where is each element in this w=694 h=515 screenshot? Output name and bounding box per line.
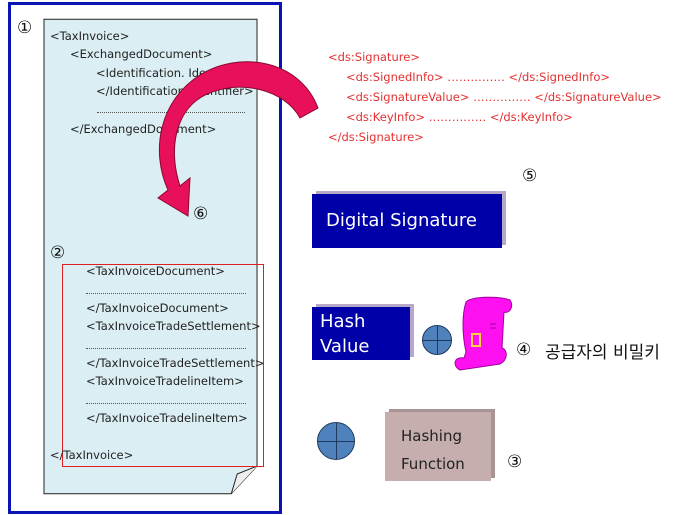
hashing-function-label: Hashing: [401, 427, 462, 445]
marker-5: ⑤: [522, 166, 538, 186]
hash-value-label: Value: [320, 336, 370, 357]
hash-value-box: Hash Value: [312, 307, 410, 360]
signature-xml-line: <ds:SignatureValue> …………… </ds:Signature…: [346, 90, 662, 104]
hash-value-label: Hash: [320, 311, 366, 332]
digital-signature-box: Digital Signature: [312, 194, 502, 248]
marker-6: ⑥: [193, 204, 209, 224]
private-key-label: 공급자의 비밀키: [545, 343, 660, 363]
signature-xml-line: <ds:Signature>: [328, 50, 420, 64]
signature-xml-line: <ds:SignedInfo> …………… </ds:SignedInfo>: [346, 70, 611, 84]
marker-4: ④: [516, 340, 532, 360]
combine-plus-icon: [317, 422, 355, 460]
combine-plus-icon: [422, 325, 452, 355]
private-key-scroll-icon: [454, 296, 513, 371]
signature-xml-line: </ds:Signature>: [328, 130, 424, 144]
marker-3: ③: [507, 452, 523, 472]
hashing-function-box: Hashing Function: [385, 412, 491, 481]
signature-xml-line: <ds:KeyInfo> …………… </ds:KeyInfo>: [346, 110, 573, 124]
hashing-function-label: Function: [401, 455, 465, 473]
